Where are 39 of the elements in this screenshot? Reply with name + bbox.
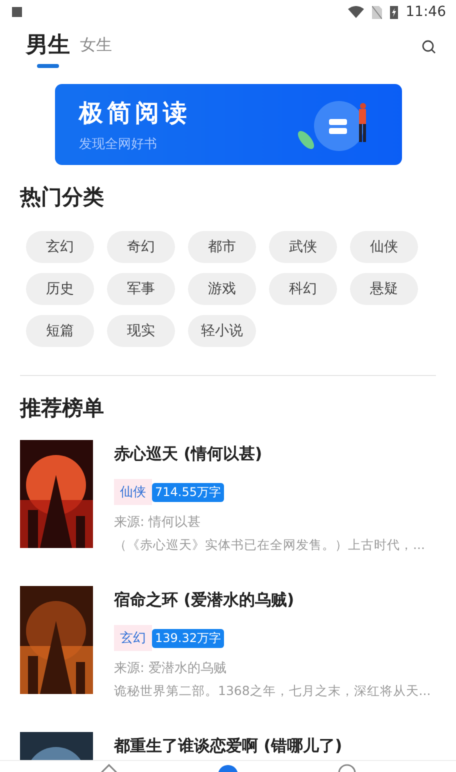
category-chip[interactable]: 悬疑 [350, 273, 418, 305]
banner-subtitle: 发现全网好书 [79, 136, 158, 152]
tab[interactable]: 男生 [26, 30, 70, 68]
profile-icon[interactable] [336, 761, 357, 772]
battery-icon [390, 5, 398, 19]
category-chip[interactable]: 科幻 [269, 273, 337, 305]
category-chip[interactable]: 轻小说 [188, 315, 256, 347]
home-icon[interactable] [99, 761, 120, 772]
section-title: 推荐榜单 [20, 395, 105, 422]
category-chip[interactable]: 历史 [26, 273, 94, 305]
book-source: 来源: 情何以甚 [114, 514, 202, 531]
notification-icon [12, 7, 22, 17]
no-sim-icon [372, 6, 382, 18]
category-chip[interactable]: 仙侠 [350, 231, 418, 263]
banner-title: 极简阅读 [79, 96, 192, 128]
category-chip[interactable]: 奇幻 [107, 231, 175, 263]
category-chip[interactable]: 军事 [107, 273, 175, 305]
category-chip[interactable]: 武侠 [269, 231, 337, 263]
category-tag: 玄幻 [114, 625, 152, 651]
search-icon[interactable] [422, 40, 436, 54]
word-count: 139.32万字 [152, 628, 224, 648]
category-chip[interactable]: 游戏 [188, 273, 256, 305]
section-title: 热门分类 [20, 184, 105, 211]
tab[interactable]: 女生 [80, 35, 112, 64]
wifi-icon [348, 6, 364, 18]
category-chip[interactable]: 玄幻 [26, 231, 94, 263]
book-intro: 诡秘世界第二部。1368之年，七月之末，深红将从天... [114, 683, 432, 700]
word-count: 714.55万字 [152, 482, 224, 502]
status-time: 11:46 [406, 4, 446, 20]
category-chip[interactable]: 短篇 [26, 315, 94, 347]
book-title[interactable]: 宿命之环 (爱潜水的乌贼) [114, 590, 436, 611]
banner[interactable]: 极简阅读 发现全网好书 [55, 84, 402, 165]
category-tag: 仙侠 [114, 479, 152, 505]
category-chip[interactable]: 都市 [188, 231, 256, 263]
book-title[interactable]: 赤心巡天 (情何以甚) [114, 444, 436, 465]
book-source: 来源: 爱潜水的乌贼 [114, 660, 228, 677]
category-chip[interactable]: 现实 [107, 315, 175, 347]
book-intro: （《赤心巡天》实体书已在全网发售。）上古时代，... [114, 537, 426, 554]
book-title[interactable]: 都重生了谁谈恋爱啊 (错哪儿了) [114, 736, 436, 757]
